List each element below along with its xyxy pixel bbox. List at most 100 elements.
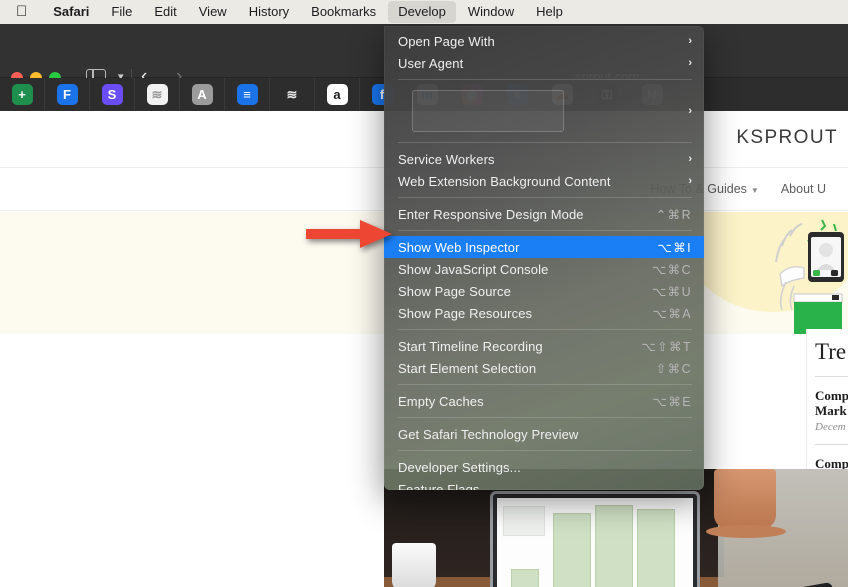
menu-item-service-workers[interactable]: Service Workers › [384,148,704,170]
menu-separator [398,450,692,451]
coffee-mug [392,543,436,587]
bookmark-f-blue[interactable]: F [45,78,90,111]
menu-item-label: Developer Settings... [398,459,521,475]
menu-item-shortcut: ⌥⌘U [651,284,692,299]
menu-separator [398,329,692,330]
trending-heading: Tre [815,339,847,364]
menu-edit[interactable]: Edit [144,1,186,23]
chevron-right-icon: › [688,105,692,117]
a-gray-icon: A [191,84,213,105]
menu-separator [398,197,692,198]
zotero-icon: ≋ [281,84,303,105]
divider [815,376,848,377]
chevron-down-icon: ▼ [750,186,759,195]
chevron-right-icon: › [688,35,692,47]
screen-chart-bar [511,569,539,587]
menu-item-show-page-source[interactable]: Show Page Source ⌥⌘U [384,280,704,302]
menu-item-label: Start Element Selection [398,360,537,376]
menu-separator [398,384,692,385]
s-purple-icon: S [101,84,123,105]
menu-item-label: Show JavaScript Console [398,261,549,277]
divider [815,444,848,445]
article-title: Comp [815,388,848,403]
menu-item-show-javascript-console[interactable]: Show JavaScript Console ⌥⌘C [384,258,704,280]
screen-chart-bar [553,513,591,587]
menu-item-empty-caches[interactable]: Empty Caches ⌥⌘E [384,390,704,412]
article-date: Decem [815,421,846,433]
mac-menu-bar:  SafariFileEditViewHistoryBookmarksDeve… [0,0,848,24]
hand-phone-illustration [775,219,844,334]
article-title-line2: Mark [815,403,847,418]
menu-item-show-page-resources[interactable]: Show Page Resources ⌥⌘A [384,302,704,324]
menu-separator [398,230,692,231]
bookmark-a-gray[interactable]: A [180,78,225,111]
menu-separator [398,79,692,80]
menu-item-user-agent[interactable]: User Agent › [384,52,704,74]
menu-item-blank[interactable]: › [384,85,704,137]
menu-file[interactable]: File [101,1,142,23]
menu-item-label: Web Extension Background Content [398,173,611,189]
nav-item-label: About U [780,182,826,196]
nav-item-1[interactable]: About U [781,182,826,196]
menu-item-shortcut: ⌥⌘A [652,306,692,321]
menu-item-shortcut: ⇧⌘C [655,361,692,376]
menu-window[interactable]: Window [458,1,524,23]
menu-history[interactable]: History [239,1,299,23]
menu-item-show-web-inspector[interactable]: Show Web Inspector ⌥⌘I [384,236,704,258]
screen-chart-bar [595,505,633,587]
sheets-icon: + [11,84,33,105]
bookmark-doc-blue[interactable]: ≡ [225,78,270,111]
bookmark-s-purple[interactable]: S [90,78,135,111]
menu-bookmarks[interactable]: Bookmarks [301,1,386,23]
menu-item-shortcut: ⌥⌘I [657,240,692,255]
doc-blue-icon: ≡ [236,84,258,105]
menu-item-shortcut: ⌥⌘C [651,262,692,277]
site-logo[interactable]: KSPROUT [736,127,838,149]
menu-item-web-extension-background-content[interactable]: Web Extension Background Content › [384,170,704,192]
menu-item-label: Empty Caches [398,393,484,409]
menu-item-shortcut: ⌥⇧⌘T [641,339,692,354]
menu-item-label: Start Timeline Recording [398,338,543,354]
menu-safari[interactable]: Safari [43,1,99,23]
menu-item-label: Show Page Resources [398,305,533,321]
chevron-right-icon: › [688,175,692,187]
bookmark-stack[interactable]: ≋ [135,78,180,111]
pot-saucer [706,525,786,538]
menu-bar-items: Safari File Edit View History Bookmarks Develo… [43,1,575,23]
amazon-icon: a [326,84,348,105]
menu-item-label: User Agent [398,55,464,71]
menu-item-shortcut: ⌃⌘R [655,207,692,222]
trending-article[interactable]: Comp Mark Decem [815,388,848,433]
menu-item-developer-settings[interactable]: Developer Settings... [384,456,704,478]
menu-separator [398,142,692,143]
menu-item-start-timeline-recording[interactable]: Start Timeline Recording ⌥⇧⌘T [384,335,704,357]
menu-item-shortcut: ⌥⌘E [652,394,692,409]
apple-icon[interactable]:  [16,4,27,19]
laptop-display [497,498,693,587]
plant-pot [714,469,776,529]
menu-view[interactable]: View [189,1,237,23]
f-blue-icon: F [56,84,78,105]
laptop-screen [490,491,700,587]
chevron-right-icon: › [688,153,692,165]
menu-item-label: Feature Flags... [398,481,491,491]
menu-item-open-page-with[interactable]: Open Page With › [384,30,704,52]
bookmark-sheets[interactable]: + [0,78,45,111]
menu-item-label: Get Safari Technology Preview [398,426,579,442]
menu-item-label: Open Page With [398,33,495,49]
chevron-right-icon: › [688,57,692,69]
menu-item-box[interactable] [412,90,564,132]
menu-item-feature-flags[interactable]: Feature Flags... [384,478,704,491]
screen-chart-bar [637,509,675,587]
bookmark-amazon[interactable]: a [315,78,360,111]
develop-dropdown-menu: Open Page With › User Agent › › Service Worke… [384,26,704,490]
screen-sidebar [503,506,545,536]
menu-item-start-element-selection[interactable]: Start Element Selection ⇧⌘C [384,357,704,379]
menu-develop[interactable]: Develop [388,1,456,23]
menu-item-enter-responsive-design-mode[interactable]: Enter Responsive Design Mode ⌃⌘R [384,203,704,225]
menu-item-get-safari-technology-preview[interactable]: Get Safari Technology Preview [384,423,704,445]
menu-help[interactable]: Help [526,1,573,23]
menu-item-label: Show Web Inspector [398,239,520,255]
bookmark-zotero[interactable]: ≋ [270,78,315,111]
menu-item-label: Show Page Source [398,283,511,299]
